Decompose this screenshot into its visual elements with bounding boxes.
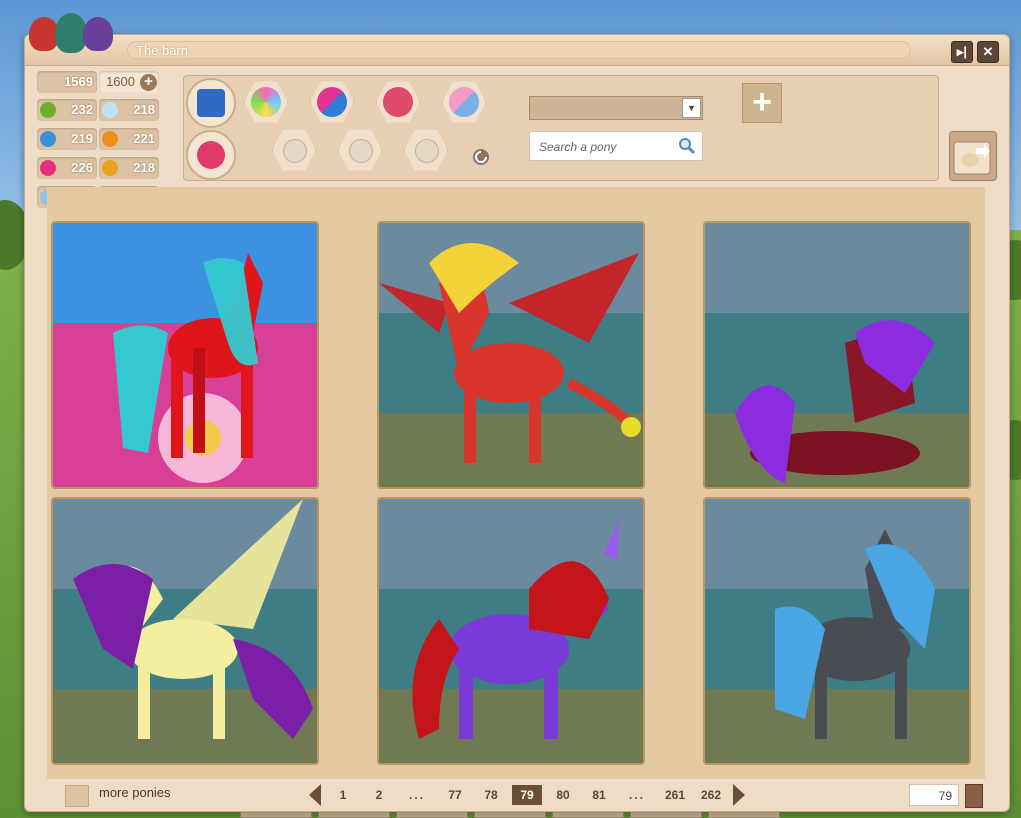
drops-icon <box>40 131 56 147</box>
pony-pair-icon <box>449 87 479 117</box>
trophy-potion-icon <box>349 139 373 163</box>
unicorn-potion-icon <box>283 139 307 163</box>
heart-icon <box>40 160 56 176</box>
page-link[interactable]: 262 <box>693 785 729 805</box>
filter-breeding-button[interactable] <box>376 81 420 123</box>
window-titlebar[interactable]: The barn ▸| ✕ <box>25 13 1009 66</box>
gender-icon <box>317 87 347 117</box>
refresh-icon[interactable] <box>472 148 490 166</box>
apple-icon <box>40 102 56 118</box>
tab-folders[interactable] <box>186 78 236 128</box>
folder-icon <box>197 89 225 117</box>
filter-pair-button[interactable] <box>442 81 486 123</box>
page-ellipsis: ... <box>408 788 425 802</box>
barn-window: The barn ▸| ✕ 1569 1600 + 232 218 219 22… <box>24 13 1010 812</box>
search-placeholder: Search a pony <box>539 140 617 154</box>
pony-card[interactable] <box>51 221 319 489</box>
search-icon[interactable] <box>678 137 696 155</box>
pony-portrait <box>53 499 317 763</box>
pony-portrait <box>379 499 643 763</box>
pager: 1 2 ... 77 78 79 80 81 ... 261 262 <box>305 783 749 807</box>
coins-counter: 1569 <box>37 71 97 93</box>
stat-fire: 221 <box>99 128 159 150</box>
pony-grid <box>47 187 985 779</box>
move-pony-folder-button[interactable] <box>949 131 997 181</box>
pony-card[interactable] <box>51 497 319 765</box>
page-link[interactable]: 77 <box>437 785 473 805</box>
species-wheel-icon <box>251 87 281 117</box>
stat-value: 226 <box>71 160 93 175</box>
filter-species-button[interactable] <box>244 81 288 123</box>
pony-portrait <box>705 223 969 487</box>
tab-favorites[interactable] <box>186 130 236 180</box>
pagination-footer: more ponies 1 2 ... 77 78 79 80 81 ... 2… <box>25 779 1009 811</box>
page-link[interactable]: 1 <box>325 785 361 805</box>
coins-value: 1569 <box>64 74 93 89</box>
filter-trophy-potion-button[interactable] <box>338 129 382 171</box>
paw-icon <box>102 160 118 176</box>
more-ponies-label: more ponies <box>99 785 171 800</box>
page-link[interactable]: 78 <box>473 785 509 805</box>
close-window-button[interactable]: ✕ <box>977 41 999 63</box>
page-link[interactable]: 81 <box>581 785 617 805</box>
pony-card[interactable] <box>377 221 645 489</box>
pass-value: 1600 <box>106 74 135 89</box>
pony-portrait <box>379 223 643 487</box>
stat-drops: 219 <box>37 128 97 150</box>
filter-eye-potion-button[interactable] <box>404 129 448 171</box>
stat-heart: 226 <box>37 157 97 179</box>
page-number-input[interactable]: 79 <box>909 784 959 806</box>
pony-card[interactable] <box>703 221 971 489</box>
window-title: The barn <box>127 41 911 59</box>
page-link[interactable]: 261 <box>657 785 693 805</box>
pony-portrait <box>53 223 317 487</box>
add-folder-button[interactable]: + <box>742 83 782 123</box>
filter-dropdown[interactable]: ▼ <box>529 96 703 120</box>
search-input[interactable]: Search a pony <box>529 131 703 161</box>
move-pony-icon <box>953 141 991 175</box>
pony-card[interactable] <box>703 497 971 765</box>
add-currency-icon[interactable]: + <box>140 74 157 91</box>
go-to-page-button[interactable] <box>965 784 983 808</box>
minimize-window-button[interactable]: ▸| <box>951 41 973 63</box>
pony-portrait <box>705 499 969 763</box>
pony-card[interactable] <box>377 497 645 765</box>
stat-value: 218 <box>133 102 155 117</box>
stat-value: 218 <box>133 160 155 175</box>
filter-gender-button[interactable] <box>310 81 354 123</box>
stat-value: 221 <box>133 131 155 146</box>
previous-page-arrow-icon[interactable] <box>309 784 321 806</box>
fire-icon <box>102 131 118 147</box>
current-page: 79 <box>512 785 542 805</box>
more-ponies-checkbox[interactable] <box>65 785 89 807</box>
barn-tabs <box>184 76 236 180</box>
stat-apple: 232 <box>37 99 97 121</box>
cloud-icon <box>102 102 118 118</box>
page-link[interactable]: 2 <box>361 785 397 805</box>
filter-unicorn-potion-button[interactable] <box>272 129 316 171</box>
eye-potion-icon <box>415 139 439 163</box>
breeding-heart-icon <box>383 87 413 117</box>
stat-value: 219 <box>71 131 93 146</box>
next-page-arrow-icon[interactable] <box>733 784 745 806</box>
page-link[interactable]: 80 <box>545 785 581 805</box>
star-icon <box>197 141 225 169</box>
chevron-down-icon[interactable]: ▼ <box>682 98 701 118</box>
stat-cloud: 218 <box>99 99 159 121</box>
stat-paw: 218 <box>99 157 159 179</box>
logo-ponies-icon <box>25 9 125 61</box>
stat-value: 232 <box>71 102 93 117</box>
pass-counter: 1600 + <box>99 71 159 93</box>
filter-toolbar: ▼ Search a pony + <box>183 75 939 181</box>
page-ellipsis: ... <box>628 788 645 802</box>
